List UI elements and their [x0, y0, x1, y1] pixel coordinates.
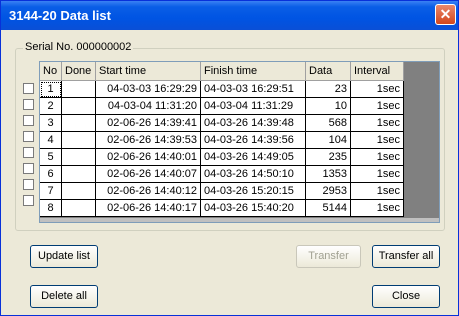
update-list-button[interactable]: Update list [30, 245, 98, 268]
column-header-finish-time[interactable]: Finish time [200, 62, 306, 81]
cell-no: 4 [40, 131, 62, 149]
row-checkbox-5[interactable] [23, 147, 34, 158]
cell-interval: 1sec [350, 148, 404, 166]
cell-no: 6 [40, 165, 62, 183]
cell-data: 104 [305, 131, 351, 149]
transfer-all-button[interactable]: Transfer all [372, 245, 440, 268]
table-row[interactable]: 1 04-03-03 16:29:29 04-03-03 16:29:51 23… [40, 80, 404, 98]
cell-start-time: 04-03-03 16:29:29 [95, 80, 201, 98]
cell-data: 235 [305, 148, 351, 166]
column-header-no[interactable]: No [40, 62, 62, 81]
horizontal-scrollbar[interactable] [40, 218, 439, 222]
column-header-interval[interactable]: Interval [350, 62, 404, 81]
table-row[interactable]: 5 02-06-26 14:40:01 04-03-26 14:49:05 23… [40, 148, 404, 166]
cell-data: 5144 [305, 199, 351, 217]
cell-no: 7 [40, 182, 62, 200]
cell-interval: 1sec [350, 182, 404, 200]
cell-done [61, 199, 96, 217]
cell-no: 5 [40, 148, 62, 166]
row-checkbox-8[interactable] [23, 195, 34, 206]
row-checkbox-1[interactable] [23, 83, 34, 94]
serial-number-label: Serial No. 000000002 [23, 41, 134, 53]
column-header-start-time[interactable]: Start time [95, 62, 201, 81]
cell-interval: 1sec [350, 165, 404, 183]
cell-done [61, 165, 96, 183]
cell-no: 2 [40, 97, 62, 115]
title-bar[interactable]: 3144-20 Data list ✕ [1, 1, 458, 30]
cell-data: 23 [305, 80, 351, 98]
cell-data: 2953 [305, 182, 351, 200]
cell-finish-time: 04-03-03 16:29:51 [200, 80, 306, 98]
cell-interval: 1sec [350, 97, 404, 115]
table-row[interactable]: 3 02-06-26 14:39:41 04-03-26 14:39:48 56… [40, 114, 404, 132]
column-header-data[interactable]: Data [305, 62, 351, 81]
row-checkbox-2[interactable] [23, 99, 34, 110]
cell-finish-time: 04-03-04 11:31:29 [200, 97, 306, 115]
cell-start-time: 02-06-26 14:40:12 [95, 182, 201, 200]
data-list-view[interactable]: No Done Start time Finish time Data Inte… [39, 61, 440, 223]
close-icon[interactable]: ✕ [435, 4, 456, 25]
cell-done [61, 148, 96, 166]
cell-start-time: 02-06-26 14:40:17 [95, 199, 201, 217]
cell-finish-time: 04-03-26 15:40:20 [200, 199, 306, 217]
cell-done [61, 131, 96, 149]
cell-data: 1353 [305, 165, 351, 183]
cell-done [61, 114, 96, 132]
cell-no: 1 [40, 80, 62, 98]
table-row[interactable]: 8 02-06-26 14:40:17 04-03-26 15:40:20 51… [40, 199, 404, 217]
data-table: No Done Start time Finish time Data Inte… [40, 62, 404, 217]
table-row[interactable]: 4 02-06-26 14:39:53 04-03-26 14:39:56 10… [40, 131, 404, 149]
cell-finish-time: 04-03-26 14:49:05 [200, 148, 306, 166]
cell-done [61, 182, 96, 200]
cell-start-time: 04-03-04 11:31:20 [95, 97, 201, 115]
cell-start-time: 02-06-26 14:39:41 [95, 114, 201, 132]
cell-finish-time: 04-03-26 14:39:56 [200, 131, 306, 149]
close-button[interactable]: Close [372, 285, 440, 308]
row-checkbox-7[interactable] [23, 179, 34, 190]
cell-no: 3 [40, 114, 62, 132]
table-row[interactable]: 7 02-06-26 14:40:12 04-03-26 15:20:15 29… [40, 182, 404, 200]
cell-start-time: 02-06-26 14:39:53 [95, 131, 201, 149]
table-row[interactable]: 6 02-06-26 14:40:07 04-03-26 14:50:10 13… [40, 165, 404, 183]
data-list-window: 3144-20 Data list ✕ Serial No. 000000002… [0, 0, 459, 316]
transfer-button[interactable]: Transfer [296, 245, 361, 268]
cell-interval: 1sec [350, 114, 404, 132]
table-row[interactable]: 2 04-03-04 11:31:20 04-03-04 11:31:29 10… [40, 97, 404, 115]
window-title: 3144-20 Data list [9, 8, 111, 23]
table-header-row: No Done Start time Finish time Data Inte… [40, 62, 404, 81]
column-header-done[interactable]: Done [61, 62, 96, 81]
row-checkbox-3[interactable] [23, 115, 34, 126]
cell-data: 568 [305, 114, 351, 132]
delete-all-button[interactable]: Delete all [30, 285, 98, 308]
cell-finish-time: 04-03-26 15:20:15 [200, 182, 306, 200]
cell-start-time: 02-06-26 14:40:07 [95, 165, 201, 183]
cell-finish-time: 04-03-26 14:39:48 [200, 114, 306, 132]
cell-interval: 1sec [350, 80, 404, 98]
cell-done [61, 80, 96, 98]
row-checkbox-4[interactable] [23, 131, 34, 142]
cell-done [61, 97, 96, 115]
cell-data: 10 [305, 97, 351, 115]
cell-finish-time: 04-03-26 14:50:10 [200, 165, 306, 183]
cell-interval: 1sec [350, 131, 404, 149]
row-checkbox-6[interactable] [23, 163, 34, 174]
cell-no: 8 [40, 199, 62, 217]
cell-start-time: 02-06-26 14:40:01 [95, 148, 201, 166]
cell-interval: 1sec [350, 199, 404, 217]
